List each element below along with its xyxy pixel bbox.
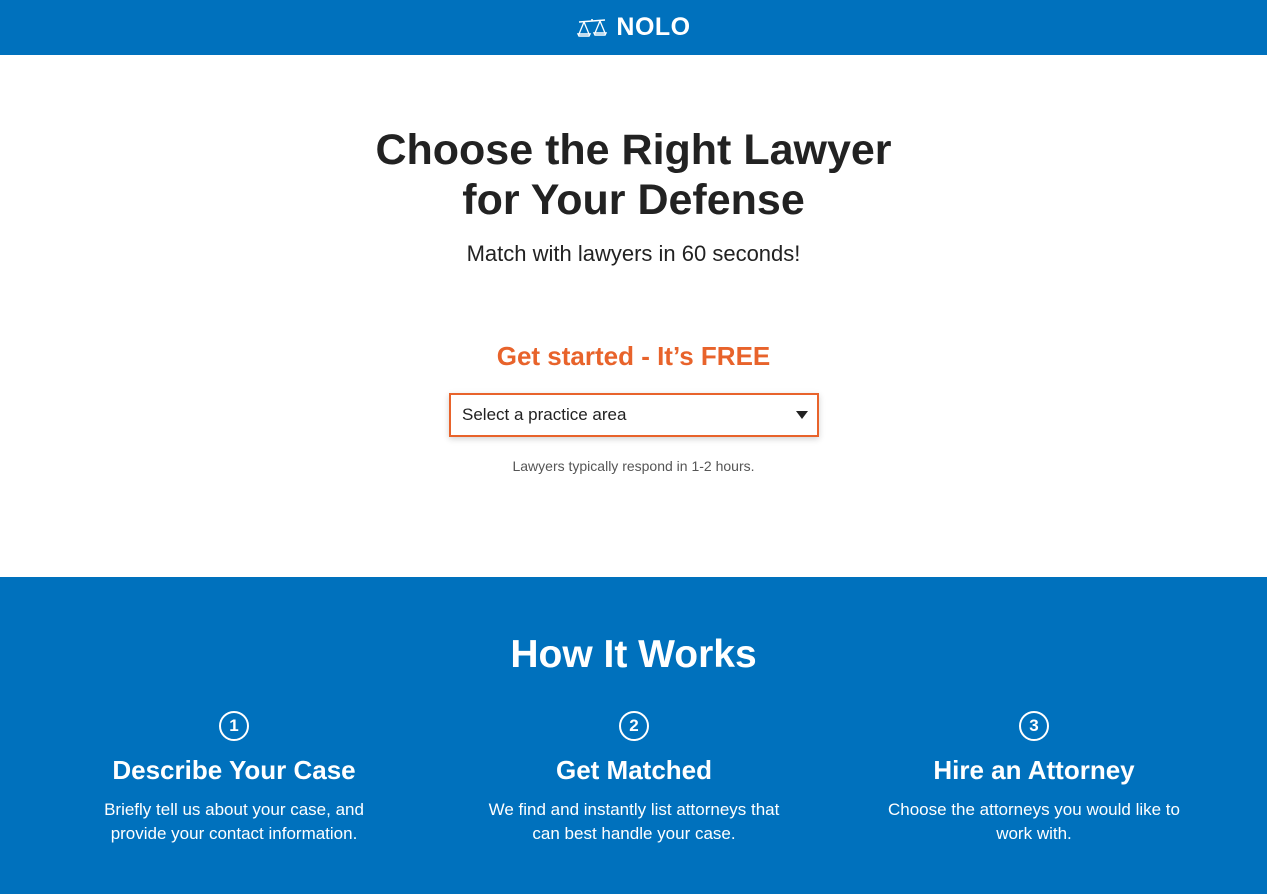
step-number-badge: 2 [619,711,649,741]
top-header: NOLO [0,0,1267,55]
step-number-badge: 3 [1019,711,1049,741]
step-describe-case: 1 Describe Your Case Briefly tell us abo… [34,711,434,846]
caret-down-icon [796,411,808,419]
scales-of-justice-icon [577,18,608,37]
how-it-works-section: How It Works 1 Describe Your Case Briefl… [0,577,1267,894]
step-get-matched: 2 Get Matched We find and instantly list… [434,711,834,846]
response-time-note: Lawyers typically respond in 1-2 hours. [512,458,755,474]
get-started-label: Get started - It’s FREE [496,341,771,371]
hero-section: Choose the Right Lawyer for Your Defense… [0,55,1267,577]
step-number-badge: 1 [219,711,249,741]
page-title-line-2: for Your Defense [462,176,805,224]
step-title: Describe Your Case [112,755,356,785]
step-title: Hire an Attorney [933,755,1135,785]
practice-area-select[interactable]: Select a practice area [449,393,819,437]
step-description: Choose the attorneys you would like to w… [887,800,1180,843]
step-description: Briefly tell us about your case, and pro… [104,800,364,843]
step-description: We find and instantly list attorneys tha… [488,800,780,843]
step-title: Get Matched [555,755,713,785]
hero-subtitle: Match with lawyers in 60 seconds! [466,241,801,266]
page-title-line-1: Choose the Right Lawyer [375,126,892,174]
step-hire-attorney: 3 Hire an Attorney Choose the attorneys … [834,711,1234,846]
practice-area-select-value: Select a practice area [462,405,627,424]
nolo-logo[interactable]: NOLO [576,13,690,42]
brand-name: NOLO [616,13,691,41]
how-it-works-title: How It Works [510,633,757,676]
page-title: Choose the Right Lawyer for Your Defense [0,125,1267,225]
